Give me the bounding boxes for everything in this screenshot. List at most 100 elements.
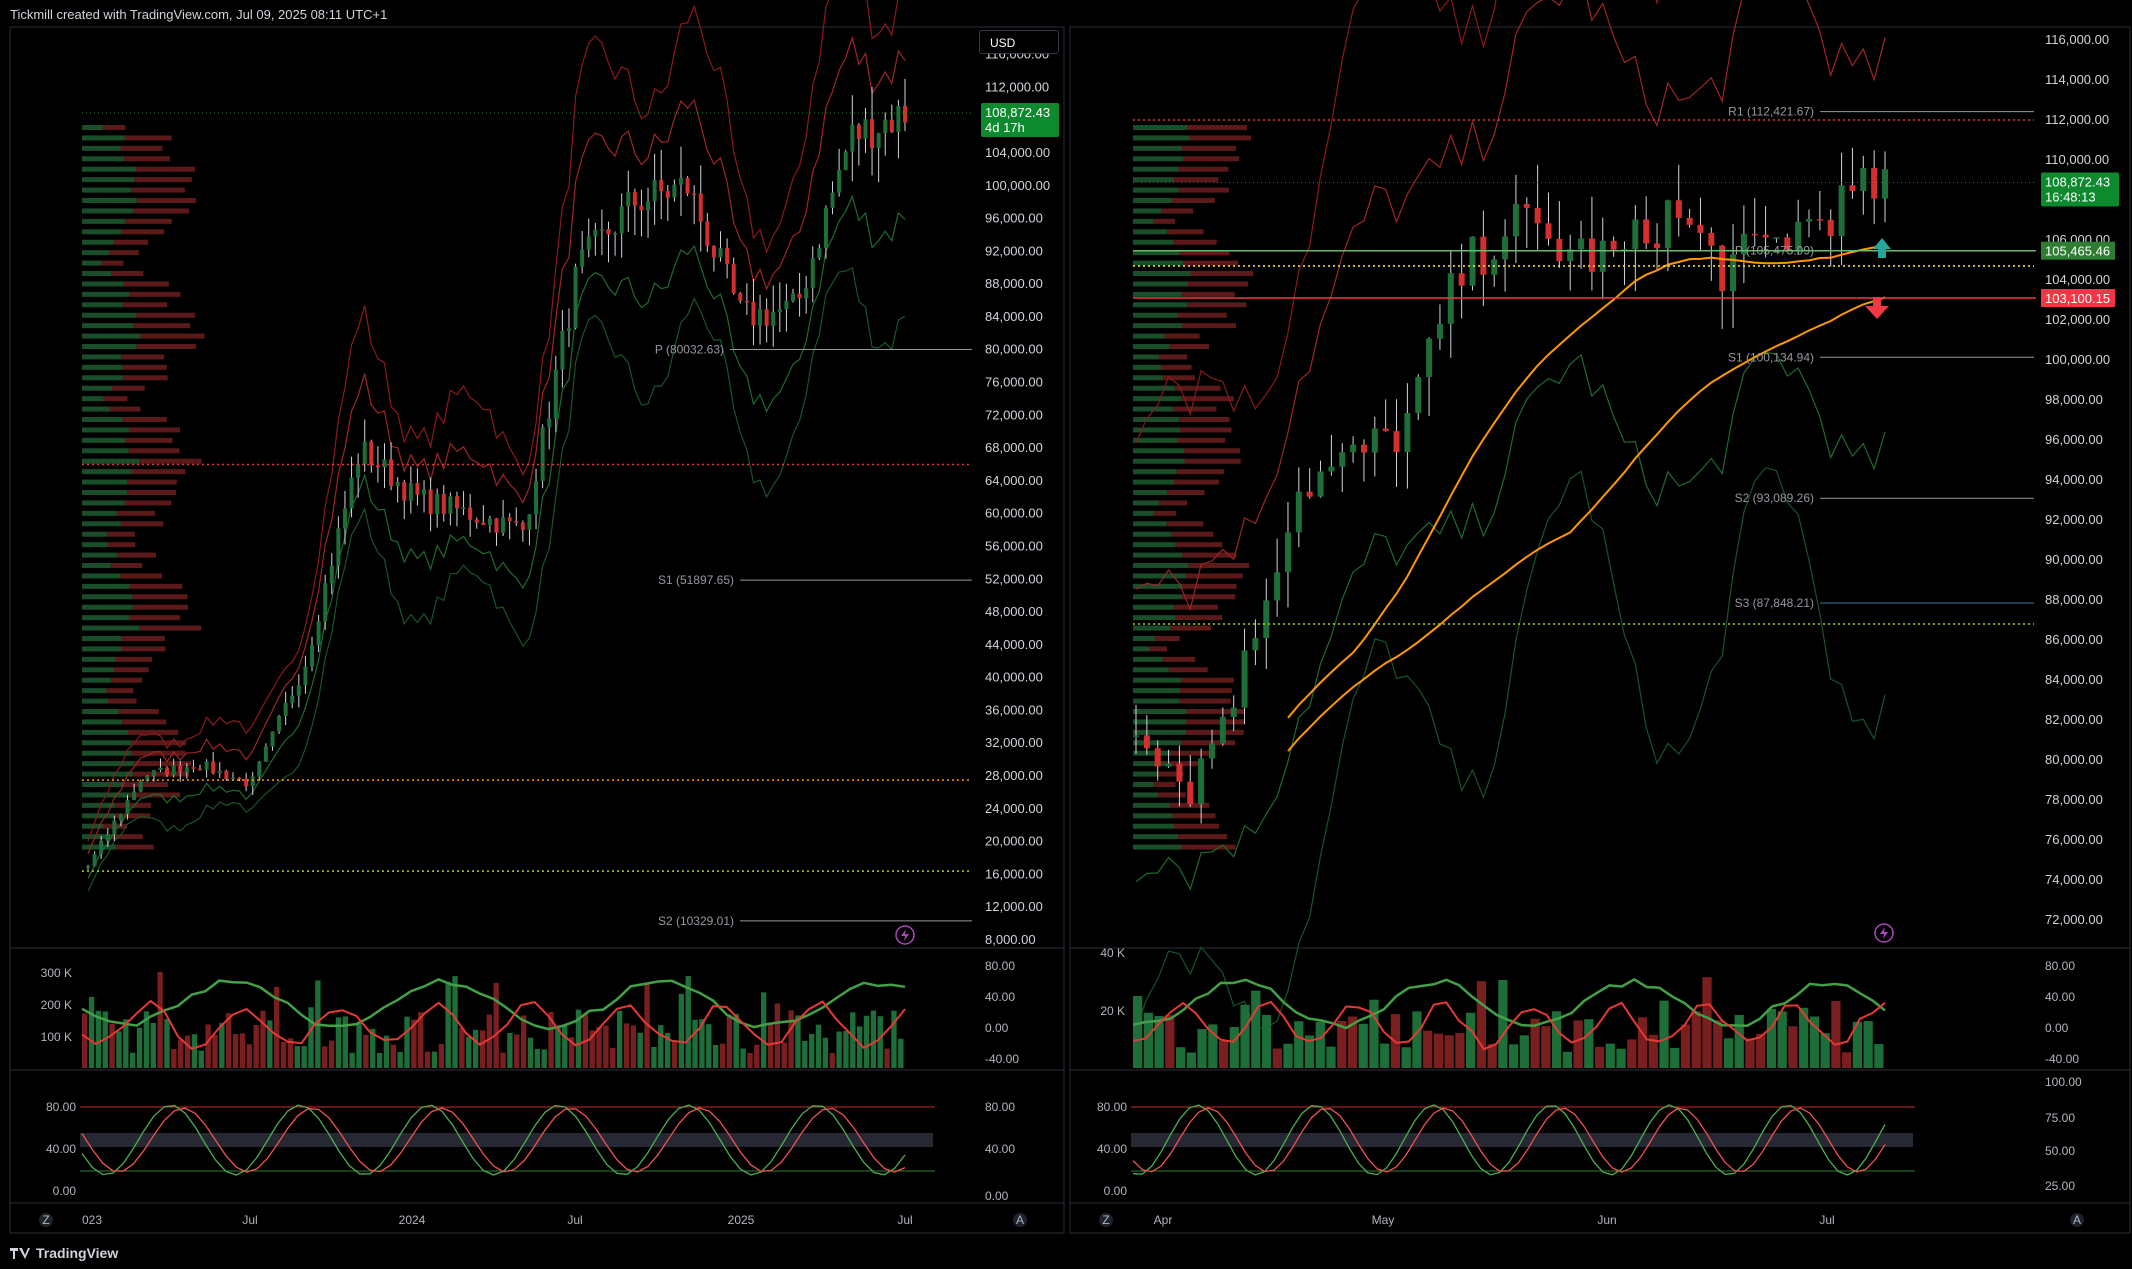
volume-bar	[507, 1032, 513, 1068]
candle-down	[1187, 781, 1194, 805]
volume-profile-bar-down	[1160, 364, 1192, 370]
candle-down	[165, 767, 170, 776]
y-axis-tick-label: 68,000.00	[985, 440, 1043, 455]
y-axis-tick-label: 80,000.00	[2045, 752, 2103, 767]
volume-profile-bar-down	[1182, 323, 1236, 329]
y-axis-tick-label: 110,000.00	[2045, 152, 2109, 167]
volume-profile-bar-down	[136, 198, 197, 203]
volume-profile-bar-up	[82, 469, 132, 475]
volume-bar	[1842, 1052, 1852, 1068]
x-axis-tick-label: Jul	[567, 1213, 582, 1227]
oscillator-axis-label: 80.00	[2045, 959, 2075, 973]
y-axis-tick-label: 48,000.00	[985, 604, 1043, 619]
candle-up	[329, 565, 334, 584]
volume-profile-bar-up	[1133, 834, 1179, 840]
volume-profile-bar-up	[1133, 385, 1175, 391]
volume-bar	[301, 1046, 307, 1068]
up-arrow-icon	[1873, 238, 1891, 258]
volume-bar	[1133, 996, 1143, 1068]
volume-bar	[863, 1015, 870, 1068]
candle-up	[1219, 716, 1226, 744]
oscillator-axis-label: 80.00	[985, 959, 1015, 973]
volume-profile-bar-down	[1166, 521, 1204, 527]
volume-profile-bar-up	[1133, 229, 1167, 235]
volume-profile-bar-down	[1170, 625, 1212, 631]
volume-bar	[1691, 1011, 1701, 1068]
volume-profile-bar-down	[121, 636, 165, 641]
volume-profile-bar-up	[1133, 521, 1167, 527]
volume-profile-bar-up	[82, 208, 134, 214]
volume-bar	[219, 1023, 225, 1068]
volume-bar	[541, 1049, 547, 1068]
volume-profile-bar-up	[1133, 844, 1183, 850]
volume-profile-bar-up	[82, 333, 141, 339]
volume-profile-bar-up	[82, 260, 102, 266]
volume-profile-bar-down	[1183, 156, 1240, 162]
volume-bar	[363, 1034, 369, 1068]
volume-bar	[1659, 1000, 1669, 1068]
candle-up	[1469, 236, 1476, 286]
volume-profile-bar-down	[1185, 729, 1244, 735]
volume-bar	[1315, 1021, 1325, 1068]
candle-up	[790, 293, 795, 301]
volume-profile-bar-up	[82, 500, 125, 506]
volume-profile-bar-up	[1133, 260, 1184, 266]
volume-profile-bar-down	[111, 834, 143, 840]
volume-profile-bar-down	[1155, 636, 1180, 641]
volume-profile-bar-down	[131, 187, 185, 193]
y-axis-tick-label: 116,000.00	[2045, 32, 2109, 47]
volume-bar	[164, 1019, 170, 1068]
volume-profile-bar-down	[1172, 198, 1215, 203]
volume-profile-bar-up	[82, 375, 123, 381]
left-lower-panes: 300 K 200 K 100 K 80.00 40.00 0.00 -40.00 80.00…	[39, 959, 1027, 1227]
volume-profile-bar-down	[1179, 698, 1231, 704]
upper-band-inner	[87, 35, 906, 854]
volume-profile-bar-down	[120, 521, 164, 527]
volume-profile-bar-down	[102, 125, 126, 130]
candle-down	[389, 459, 394, 486]
lower-band-inner	[1135, 351, 1886, 891]
y-axis-tick-label: 78,000.00	[2045, 792, 2103, 807]
volume-profile-bar-down	[1158, 354, 1188, 360]
volume-bar	[184, 1035, 191, 1068]
candle-up	[586, 236, 591, 250]
volume-profile-bar-down	[1162, 656, 1196, 662]
charts-canvas[interactable]: P (80032.63) S1 (51897.65) S2 (10329.01) 11…	[0, 0, 2132, 1269]
volume-profile-bar-down	[1153, 510, 1176, 516]
candle-up	[277, 715, 282, 732]
volume-profile-bar-down	[121, 646, 166, 652]
candle-down	[606, 229, 611, 235]
x-axis-tick-label: 023	[82, 1213, 102, 1227]
candle-up	[823, 207, 828, 249]
candle-up	[566, 328, 571, 331]
pivot-label-r1: R1 (112,421.67)	[1728, 105, 1814, 119]
zoom-icon-label: Z	[42, 1213, 49, 1227]
volume-profile-bar-up	[1133, 573, 1186, 579]
volume-profile-bar-down	[1158, 792, 1186, 798]
volume-bar	[205, 1024, 211, 1068]
volume-profile-bar-down	[1180, 688, 1232, 694]
tradingview-brand[interactable]: TradingView	[10, 1245, 118, 1261]
candle-up	[850, 124, 855, 152]
volume-profile-bar-up	[82, 583, 130, 589]
volume-profile-bar-down	[107, 531, 135, 537]
volume-profile-bar-down	[107, 542, 136, 548]
volume-bar	[466, 1036, 472, 1068]
volume-profile-bar-up	[1133, 542, 1176, 548]
currency-button[interactable]: USD	[979, 30, 1059, 54]
right-price-pane: R1 (112,421.67)P (105,475.99)S1 (100,134…	[1133, 0, 2119, 1030]
candle-up	[310, 645, 315, 667]
stoch-left-axis-label: 80.00	[46, 1100, 76, 1114]
volume-profile-bar-down	[1178, 834, 1228, 840]
y-axis-tick-label: 90,000.00	[2045, 552, 2103, 567]
candle-up	[619, 206, 624, 234]
candle-down	[698, 193, 703, 222]
candle-up	[810, 257, 815, 289]
volume-bar	[1165, 1015, 1175, 1068]
volume-bar	[1283, 1043, 1293, 1068]
candle-down	[1719, 245, 1726, 292]
volume-profile-bar-up	[1133, 333, 1165, 339]
volume-profile-bar-down	[125, 437, 173, 443]
moving-average-line	[1287, 296, 1886, 752]
candle-up	[356, 463, 361, 478]
